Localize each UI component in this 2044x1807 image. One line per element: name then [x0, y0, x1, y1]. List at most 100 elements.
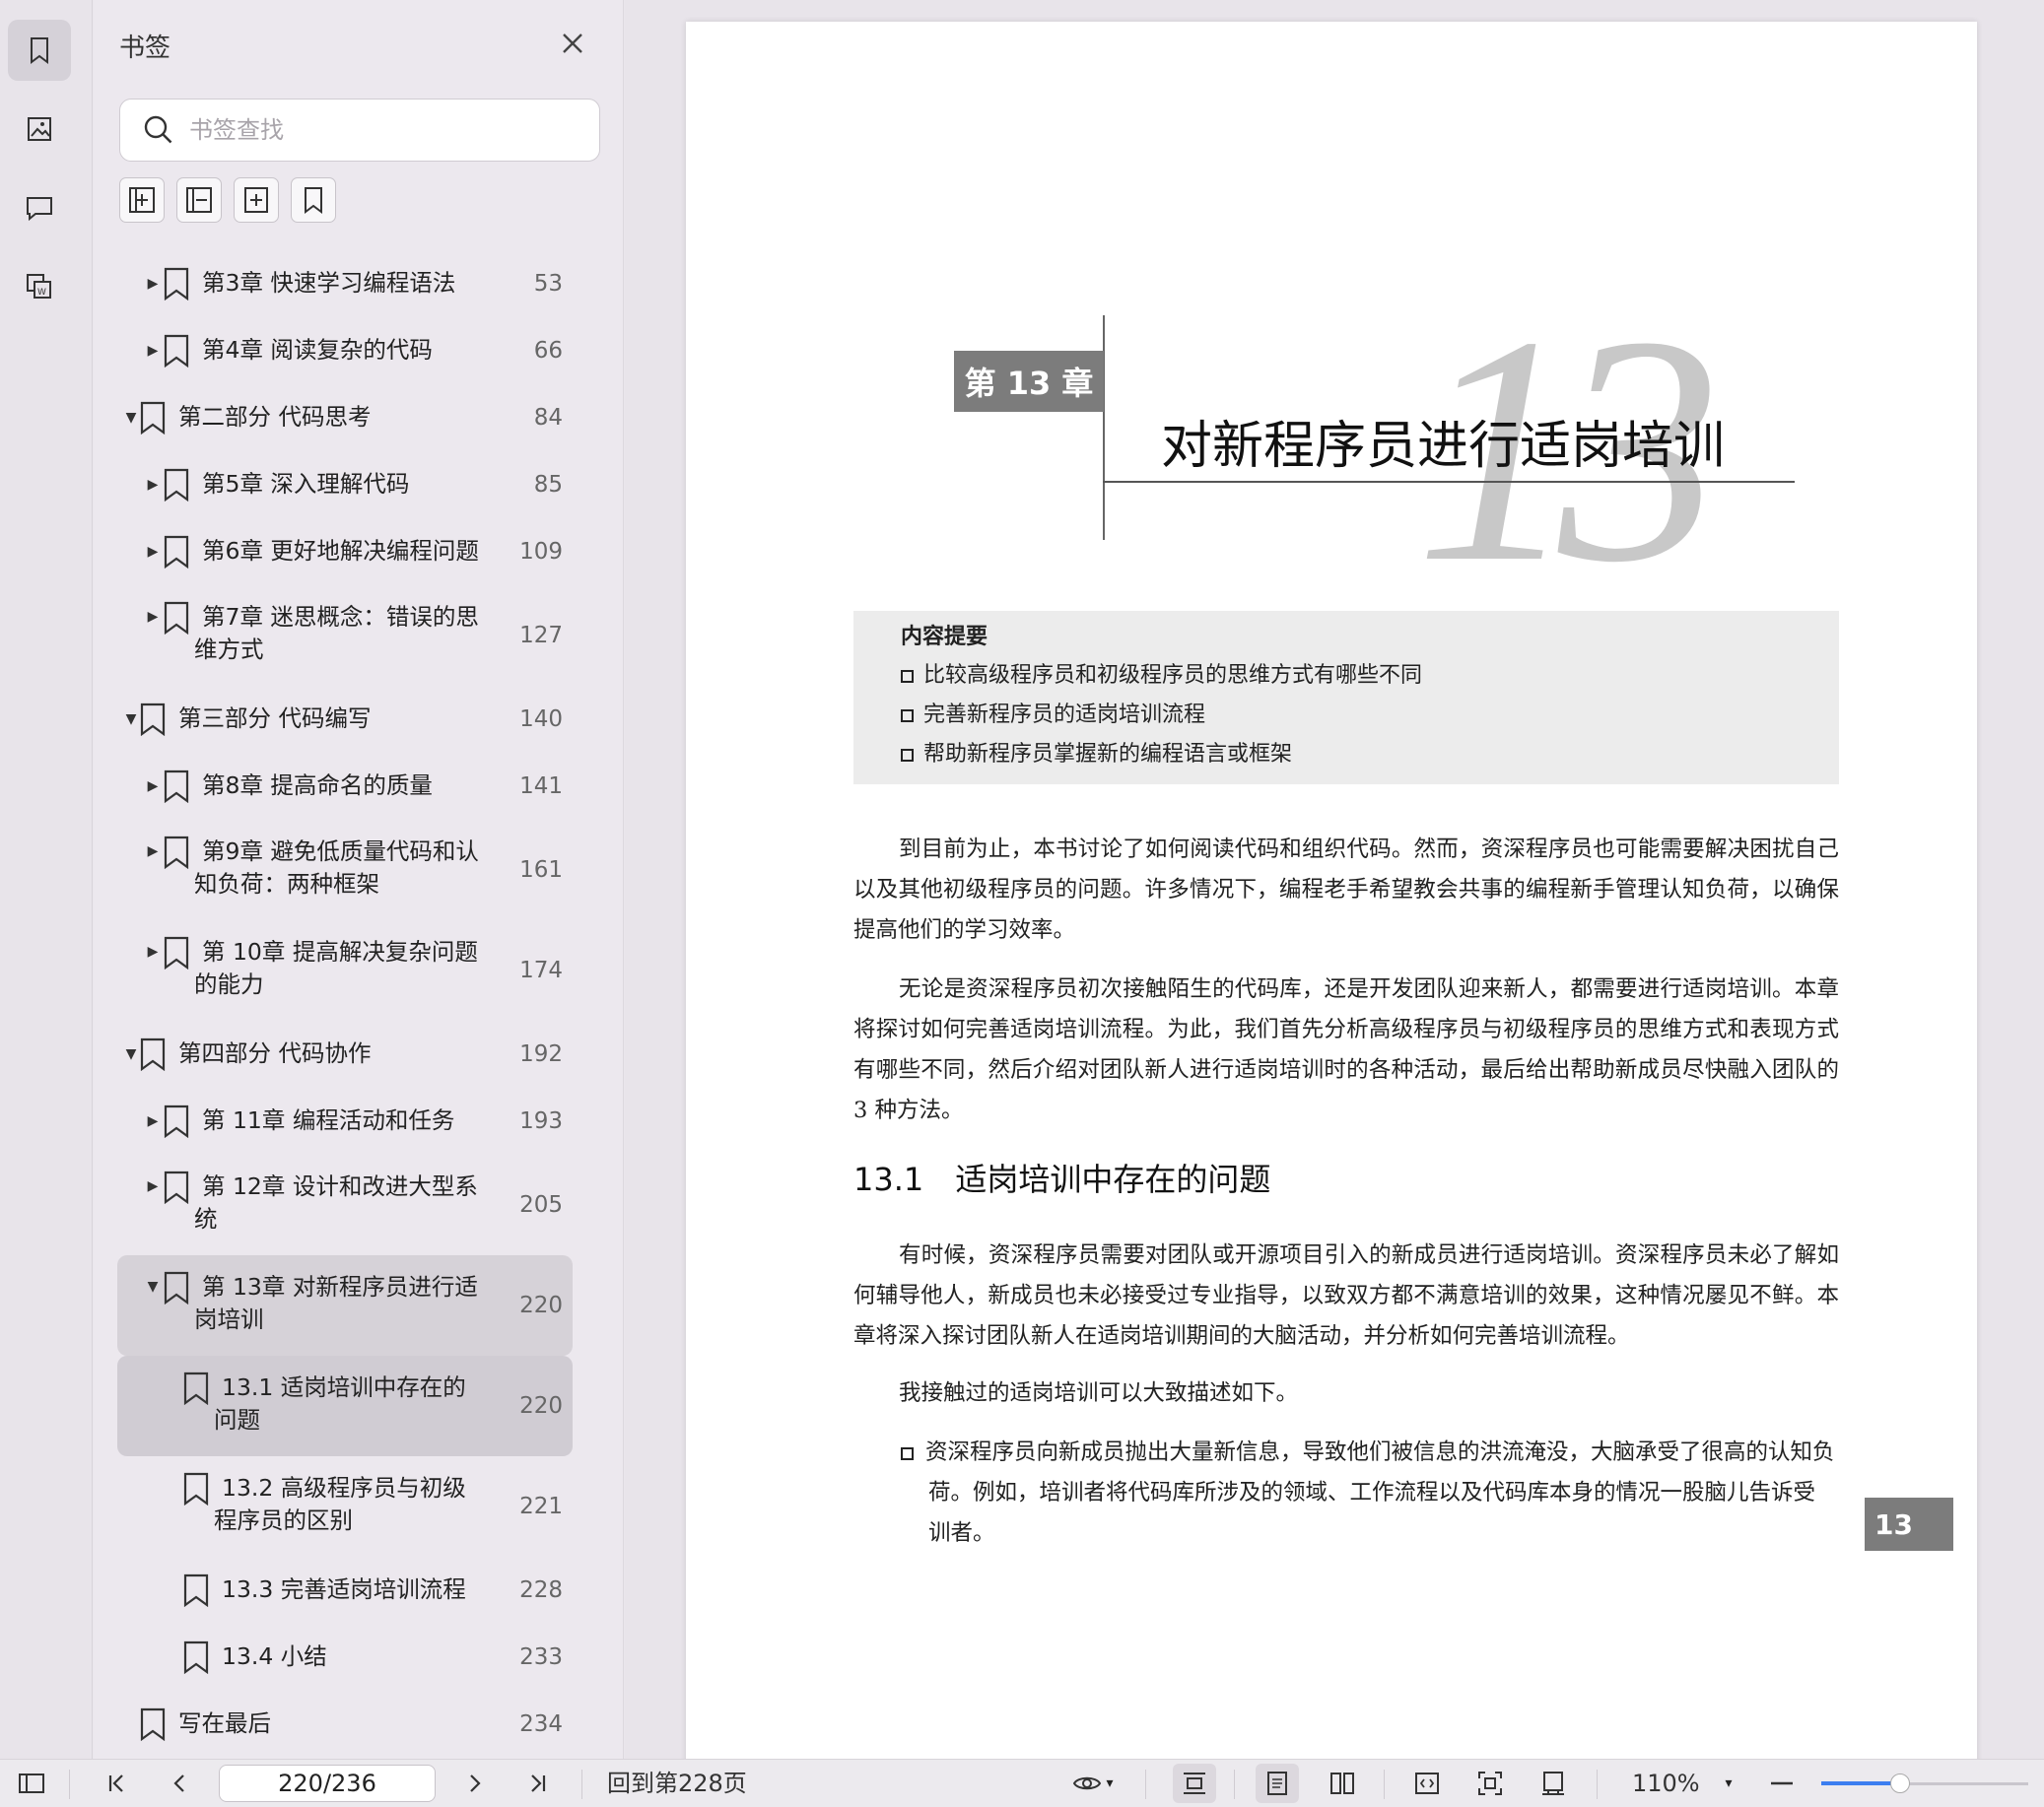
expand-all-button[interactable]: [119, 177, 165, 223]
zoom-dropdown-button[interactable]: ▾: [1717, 1764, 1740, 1803]
bookmark-item[interactable]: 13.2 高级程序员与初级 程序员的区别 221: [117, 1456, 573, 1557]
left-rail: W: [0, 0, 93, 1759]
next-page-button[interactable]: [457, 1764, 493, 1803]
bookmark-label-line: 第3章 快速学习编程语法: [202, 269, 456, 297]
bookmark-page-number: 233: [519, 1644, 563, 1670]
bookmark-item[interactable]: ▶ 第3章 快速学习编程语法 53: [117, 250, 573, 317]
zoom-out-button[interactable]: [1764, 1764, 1800, 1803]
search-input[interactable]: [189, 116, 583, 144]
bookmark-item[interactable]: ▶ 第6章 更好地解决编程问题 109: [117, 518, 573, 585]
bookmark-page-number: 234: [519, 1711, 563, 1737]
bookmark-search[interactable]: [119, 99, 600, 162]
expand-all-icon: [129, 187, 155, 213]
summary-item: 帮助新程序员掌握新的编程语言或框架: [901, 735, 1792, 774]
bookmark-item[interactable]: ▶ 第 12章 设计和改进大型系统 205: [117, 1155, 573, 1255]
bookmark-panel-button[interactable]: [8, 20, 71, 81]
bookmark-item[interactable]: ▶ 第8章 提高命名的质量 141: [117, 753, 573, 820]
toggle-sidebar-button[interactable]: [14, 1764, 49, 1803]
bookmark-button[interactable]: [291, 177, 336, 223]
bookmark-item[interactable]: ▼ 第二部分 代码思考 84: [117, 384, 573, 451]
bookmark-icon: [140, 1037, 166, 1071]
chevron-right-icon[interactable]: ▶: [145, 843, 161, 859]
bookmark-label-line: 第6章 更好地解决编程问题: [202, 537, 479, 565]
paragraph: 我接触过的适岗培训可以大致描述如下。: [899, 1380, 1299, 1406]
chevron-right-icon[interactable]: ▶: [145, 477, 161, 493]
thumbnail-panel-button[interactable]: [8, 99, 71, 160]
zoom-level[interactable]: 110%: [1632, 1766, 1700, 1801]
page-number-tab: 13: [1865, 1498, 1953, 1551]
bookmark-label: 第4章 阅读复杂的代码: [202, 334, 433, 367]
close-icon[interactable]: [557, 28, 588, 59]
add-bookmark-button[interactable]: [234, 177, 279, 223]
bookmark-label: 第7章 迷思概念：错误的思 维方式: [194, 601, 479, 666]
bookmark-item[interactable]: ▶ 第7章 迷思概念：错误的思 维方式 127: [117, 585, 573, 686]
chevron-down-icon: ▾: [1725, 1775, 1733, 1791]
chevron-down-icon[interactable]: ▼: [123, 711, 139, 727]
bookmark-item[interactable]: 13.3 完善适岗培训流程 228: [117, 1557, 573, 1624]
bookmark-item[interactable]: 写在最后 234: [117, 1691, 573, 1758]
bookmark-label-line: 问题: [214, 1406, 260, 1434]
bookmark-label: 13.2 高级程序员与初级 程序员的区别: [214, 1472, 466, 1537]
bookmark-icon: [183, 1573, 209, 1607]
chevron-right-icon[interactable]: ▶: [145, 1178, 161, 1194]
bookmark-item[interactable]: ▼ 第 13章 对新程序员进行适 岗培训 220: [117, 1255, 573, 1356]
chevron-down-icon[interactable]: ▼: [145, 1279, 161, 1295]
fit-page-icon: [1415, 1773, 1439, 1794]
bookmark-label-line: 第8章 提高命名的质量: [202, 771, 433, 799]
bookmark-label: 第3章 快速学习编程语法: [202, 267, 455, 300]
chevron-right-icon[interactable]: ▶: [145, 276, 161, 292]
bookmark-label-line: 第四部分 代码协作: [178, 1039, 372, 1067]
previous-page-button[interactable]: [162, 1764, 197, 1803]
collapse-all-button[interactable]: [176, 177, 222, 223]
fit-width-button[interactable]: [1173, 1764, 1216, 1803]
zoom-slider-handle[interactable]: [1889, 1774, 1910, 1793]
annotation-panel-button[interactable]: [8, 177, 71, 238]
bookmark-item[interactable]: 13.4 小结 233: [117, 1624, 573, 1691]
paragraph: 无论是资深程序员初次接触陌生的代码库，还是开发团队迎来新人，都需要进行适岗培训。…: [853, 976, 1839, 1123]
chapter-title: 对新程序员进行适岗培训: [1161, 417, 1726, 476]
single-page-button[interactable]: [1256, 1764, 1299, 1803]
bookmark-item[interactable]: ▶ 第 11章 编程活动和任务 193: [117, 1088, 573, 1155]
go-back-link[interactable]: 回到第228页: [607, 1766, 747, 1801]
first-page-button[interactable]: [99, 1764, 134, 1803]
last-page-button[interactable]: [520, 1764, 556, 1803]
bookmark-label-line: 第9章 避免低质量代码和认: [202, 837, 479, 865]
bookmark-label-line: 第 12章 设计和改进大型系: [202, 1172, 478, 1200]
pages-panel-button[interactable]: W: [8, 256, 71, 317]
bookmark-item[interactable]: ▶ 第5章 深入理解代码 85: [117, 451, 573, 518]
two-page-button[interactable]: [1321, 1764, 1364, 1803]
bookmark-icon: [164, 770, 189, 803]
fit-page-button[interactable]: [1405, 1764, 1449, 1803]
chevron-right-icon[interactable]: ▶: [145, 544, 161, 560]
svg-text:W: W: [37, 288, 46, 298]
chevron-right-icon[interactable]: ▶: [145, 609, 161, 625]
bookmark-page-number: 84: [533, 405, 563, 431]
chevron-right-icon[interactable]: ▶: [145, 343, 161, 359]
summary-box: 内容提要 比较高级程序员和初级程序员的思维方式有哪些不同 完善新程序员的适岗培训…: [853, 611, 1839, 784]
chevron-down-icon[interactable]: ▼: [123, 410, 139, 426]
fullscreen-button[interactable]: [1468, 1764, 1512, 1803]
chevron-right-icon[interactable]: ▶: [145, 944, 161, 960]
bookmark-item[interactable]: ▼ 第三部分 代码编写 140: [117, 686, 573, 753]
bookmark-item[interactable]: ▶ 第 10章 提高解决复杂问题 的能力 174: [117, 920, 573, 1021]
bookmark-label-line: 统: [194, 1205, 218, 1233]
chevron-right-icon[interactable]: ▶: [145, 1113, 161, 1129]
bookmark-label-line: 第 11章 编程活动和任务: [202, 1106, 455, 1134]
bookmark-item[interactable]: ▶ 第9章 避免低质量代码和认 知负荷：两种框架 161: [117, 820, 573, 920]
page-number-input[interactable]: [219, 1765, 436, 1802]
chevron-down-icon[interactable]: ▼: [123, 1046, 139, 1062]
bookmark-label: 写在最后: [178, 1707, 271, 1740]
bookmark-item[interactable]: ▶ 第4章 阅读复杂的代码 66: [117, 317, 573, 384]
fit-width-icon: [1184, 1773, 1205, 1794]
bookmark-item[interactable]: ▼ 第四部分 代码协作 192: [117, 1021, 573, 1088]
bookmark-label-line: 第4章 阅读复杂的代码: [202, 336, 433, 364]
rotate-button[interactable]: [1532, 1764, 1575, 1803]
bookmark-label-line: 知负荷：两种框架: [194, 870, 379, 898]
bookmark-item[interactable]: 13.1 适岗培训中存在的 问题 220: [117, 1356, 573, 1456]
document-viewer[interactable]: 13 第 13 章 对新程序员进行适岗培训 内容提要 比较高级程序员和初级程序员…: [625, 0, 2044, 1759]
panel-title: 书签: [119, 33, 171, 63]
collapse-all-icon: [186, 187, 212, 213]
view-mode-dropdown[interactable]: ▾: [1062, 1764, 1124, 1803]
chevron-right-icon[interactable]: ▶: [145, 778, 161, 794]
chapter-badge: 第 13 章: [954, 351, 1104, 412]
